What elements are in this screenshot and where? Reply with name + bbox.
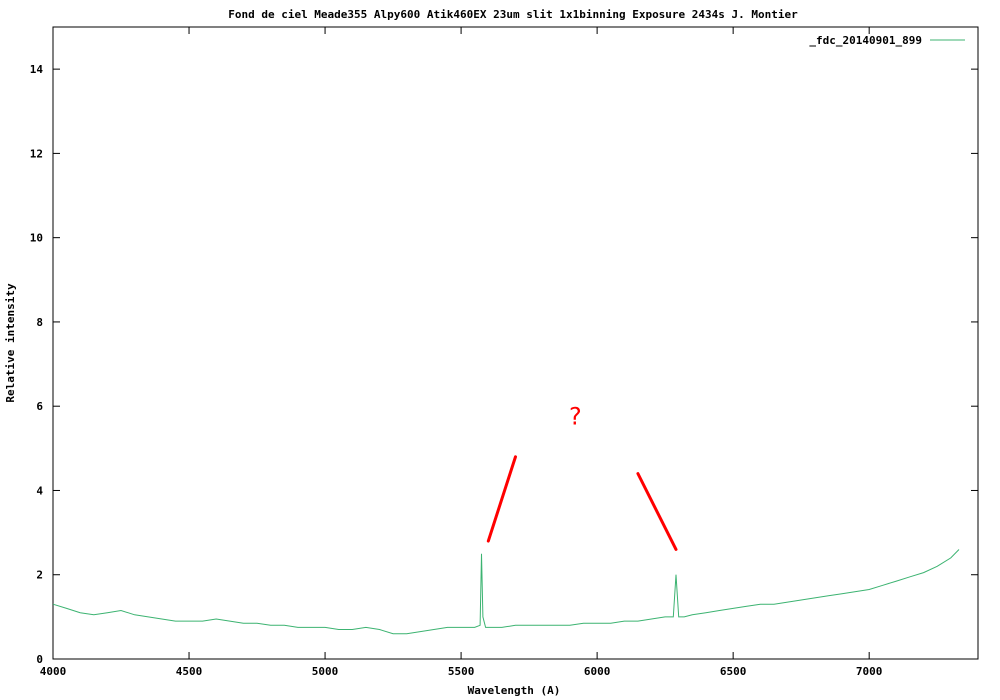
x-tick-label: 4500 <box>176 665 203 678</box>
y-tick-label: 4 <box>36 484 43 497</box>
x-tick-label: 5500 <box>448 665 475 678</box>
x-tick-label: 6500 <box>720 665 747 678</box>
legend-series-label: _fdc_20140901_899 <box>809 34 922 47</box>
x-axis-label: Wavelength (A) <box>468 684 561 697</box>
y-tick-label: 8 <box>36 316 43 329</box>
x-tick-label: 5000 <box>312 665 339 678</box>
x-tick-label: 6000 <box>584 665 611 678</box>
chart-title: Fond de ciel Meade355 Alpy600 Atik460EX … <box>228 8 798 21</box>
y-tick-label: 12 <box>30 147 43 160</box>
y-tick-label: 10 <box>30 232 43 245</box>
x-tick-label: 7000 <box>856 665 883 678</box>
y-axis-label: Relative intensity <box>4 283 17 403</box>
y-tick-label: 6 <box>36 400 43 413</box>
y-tick-label: 14 <box>30 63 44 76</box>
annotation-question-mark: ? <box>569 403 582 431</box>
x-tick-label: 4000 <box>40 665 67 678</box>
spectrum-chart: Fond de ciel Meade355 Alpy600 Atik460EX … <box>0 0 1000 700</box>
y-tick-label: 2 <box>36 569 43 582</box>
